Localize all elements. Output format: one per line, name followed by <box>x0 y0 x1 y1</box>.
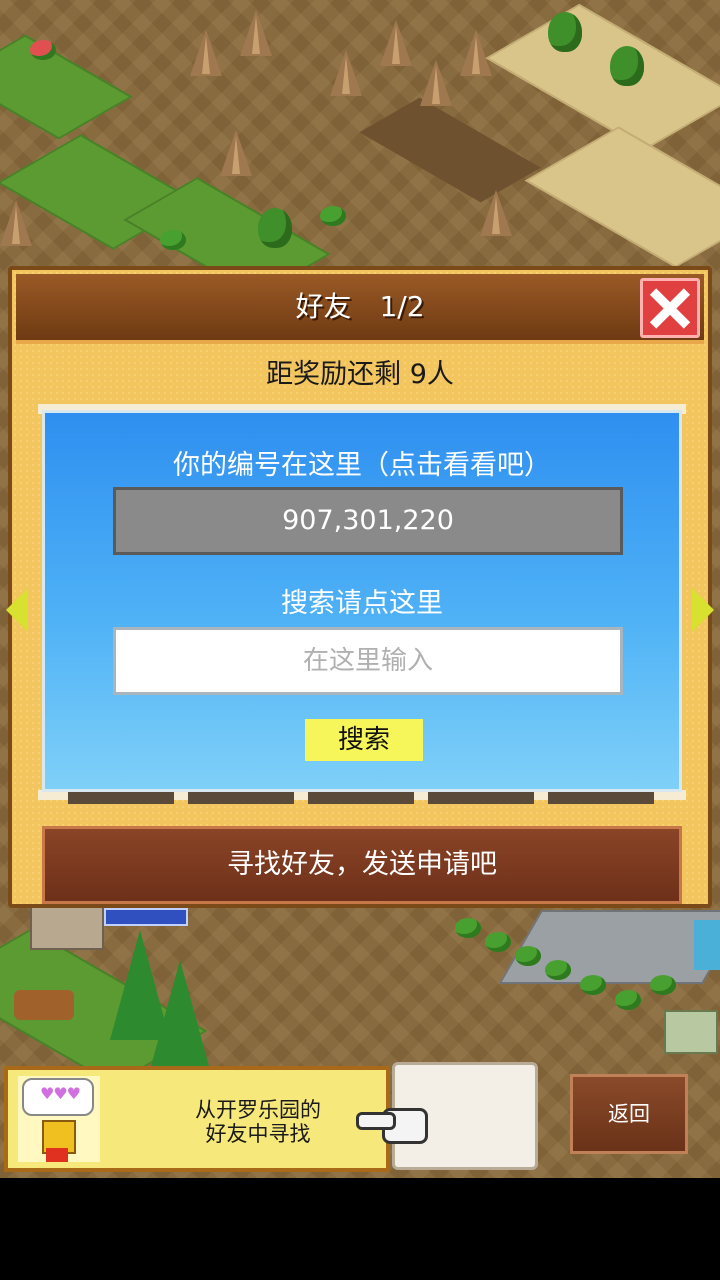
friend-id-panel: 你的编号在这里（点击看看吧） 907,301,220 搜索请点这里 搜索 <box>42 410 682 792</box>
sand-tile <box>485 3 720 151</box>
search-label: 搜索请点这里 <box>281 588 443 619</box>
log-pile <box>14 990 74 1020</box>
mountain <box>380 20 412 66</box>
reward-remaining-text: 距奖励还剩 9人 <box>266 359 454 390</box>
speech-bubble: ♥♥♥ <box>22 1078 94 1116</box>
robot-mascot-icon: ♥♥♥ <box>18 1076 100 1162</box>
hedge-bush <box>545 960 571 980</box>
bush <box>160 230 186 250</box>
arrow-right-icon[interactable] <box>692 588 714 632</box>
building <box>30 906 104 950</box>
id-label: 你的编号在这里（点击看看吧） <box>173 450 551 481</box>
hearts-icon: ♥♥♥ <box>39 1084 81 1103</box>
dialog-title: 好友 1/2 <box>295 290 425 323</box>
mountain <box>0 200 32 246</box>
tree <box>610 46 644 86</box>
friends-dialog: 好友 1/2 距奖励还剩 9人 你的编号在这里（点击看看吧） 907,301,2… <box>6 266 714 908</box>
pine-tree <box>150 960 210 1070</box>
robot-body <box>46 1148 68 1162</box>
dinosaur-exhibit[interactable] <box>664 1010 718 1054</box>
bush <box>320 206 346 226</box>
kairo-label-line2: 好友中寻找 <box>205 1122 311 1146</box>
hedge-bush <box>650 975 676 995</box>
mountain <box>420 60 452 106</box>
sand-tile <box>524 126 720 268</box>
kairo-park-friends-button[interactable]: ♥♥♥ 从开罗乐园的 好友中寻找 <box>4 1066 390 1172</box>
hedge-bush <box>615 990 641 1010</box>
back-button[interactable]: 返回 <box>570 1074 688 1154</box>
player-id-box[interactable]: 907,301,220 <box>113 487 623 555</box>
dialog-title-bar: 好友 1/2 <box>16 274 704 344</box>
building-stat-badge <box>104 908 188 926</box>
hedge-bush <box>580 975 606 995</box>
hedge-bush <box>515 946 541 966</box>
tree <box>258 208 292 248</box>
flower-bush <box>30 40 56 60</box>
mountain <box>460 30 492 76</box>
soil-tile <box>359 97 541 203</box>
mountain <box>480 190 512 236</box>
mountain <box>240 10 272 56</box>
mountain <box>190 30 222 76</box>
search-button[interactable]: 搜索 <box>305 719 423 761</box>
mountain <box>330 50 362 96</box>
find-friends-button[interactable]: 寻找好友，发送申请吧 <box>42 826 682 904</box>
arrow-left-icon[interactable] <box>6 588 28 632</box>
close-button[interactable] <box>640 278 700 338</box>
tree <box>548 12 582 52</box>
side-menu-tab[interactable] <box>694 920 720 970</box>
kairo-friends-label: 从开罗乐园的 好友中寻找 <box>138 1098 378 1146</box>
kairo-label-line1: 从开罗乐园的 <box>195 1098 321 1122</box>
hedge-bush <box>485 932 511 952</box>
hedge-bush <box>455 918 481 938</box>
grass-tile <box>0 34 133 140</box>
search-input[interactable] <box>113 627 623 695</box>
mountain <box>220 130 252 176</box>
pointing-hand-icon <box>356 1104 428 1144</box>
